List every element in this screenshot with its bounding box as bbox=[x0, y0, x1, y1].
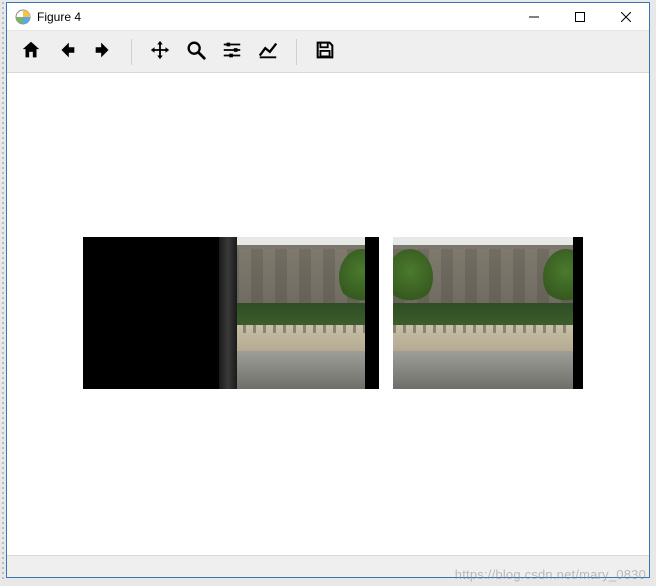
zoom-button[interactable] bbox=[178, 34, 214, 70]
figure-canvas[interactable] bbox=[7, 73, 649, 555]
magnifier-icon bbox=[185, 39, 207, 64]
sliders-icon bbox=[221, 39, 243, 64]
configure-subplots-button[interactable] bbox=[214, 34, 250, 70]
maximize-button[interactable] bbox=[557, 3, 603, 30]
edit-axes-button[interactable] bbox=[250, 34, 286, 70]
left-edge-decoration bbox=[2, 2, 4, 580]
save-icon bbox=[314, 39, 336, 64]
toolbar-separator bbox=[131, 39, 132, 65]
titlebar: Figure 4 bbox=[7, 3, 649, 31]
black-mask-region bbox=[83, 237, 219, 389]
black-mask-region bbox=[365, 237, 379, 389]
back-button[interactable] bbox=[49, 34, 85, 70]
home-button[interactable] bbox=[13, 34, 49, 70]
save-button[interactable] bbox=[307, 34, 343, 70]
move-icon bbox=[149, 39, 171, 64]
chart-line-icon bbox=[257, 39, 279, 64]
figure-window: Figure 4 bbox=[6, 2, 650, 578]
black-mask-region bbox=[573, 237, 583, 389]
toolbar bbox=[7, 31, 649, 73]
home-icon bbox=[20, 39, 42, 64]
arrow-left-icon bbox=[56, 39, 78, 64]
minimize-button[interactable] bbox=[511, 3, 557, 30]
black-mask-region bbox=[219, 237, 237, 389]
window-title: Figure 4 bbox=[37, 10, 511, 24]
toolbar-separator bbox=[296, 39, 297, 65]
arrow-right-icon bbox=[92, 39, 114, 64]
forward-button[interactable] bbox=[85, 34, 121, 70]
matplotlib-icon bbox=[15, 9, 31, 25]
subplot-container bbox=[83, 237, 583, 389]
statusbar bbox=[7, 555, 649, 577]
close-button[interactable] bbox=[603, 3, 649, 30]
pan-button[interactable] bbox=[142, 34, 178, 70]
image-content bbox=[393, 237, 583, 389]
window-controls bbox=[511, 3, 649, 30]
subplot-left bbox=[83, 237, 379, 389]
subplot-right bbox=[393, 237, 583, 389]
